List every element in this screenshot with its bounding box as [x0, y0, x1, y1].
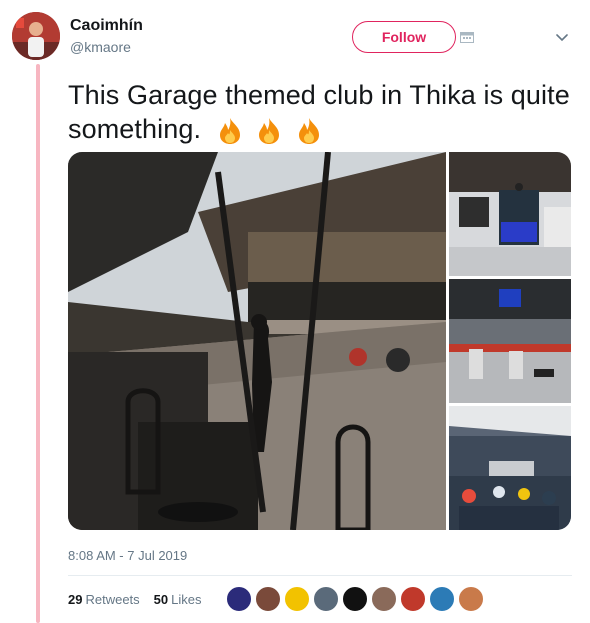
- liker-avatar[interactable]: [255, 586, 281, 612]
- media-photo-bottom-right[interactable]: [449, 406, 571, 530]
- retweets-count: 29: [68, 592, 83, 607]
- follow-button[interactable]: Follow: [352, 21, 456, 53]
- liker-avatar[interactable]: [342, 586, 368, 612]
- divider: [68, 575, 572, 576]
- likes-label: Likes: [171, 592, 202, 607]
- avatar[interactable]: [12, 12, 60, 60]
- fire-emoji-icon: [259, 117, 280, 144]
- liker-avatar[interactable]: [226, 586, 252, 612]
- handle[interactable]: @kmaore: [70, 38, 143, 56]
- liker-avatar[interactable]: [284, 586, 310, 612]
- liker-avatar[interactable]: [371, 586, 397, 612]
- likes-count: 50: [153, 592, 169, 607]
- liker-avatar[interactable]: [400, 586, 426, 612]
- tweet-stats: 29 Retweets 50 Likes: [68, 592, 202, 607]
- media-grid: [68, 152, 571, 530]
- media-photo-middle-right[interactable]: [449, 279, 571, 403]
- author-block[interactable]: Caoimhín @kmaore: [70, 16, 143, 56]
- tweet-text: This Garage themed club in Thika is quit…: [68, 78, 578, 148]
- likes-stat[interactable]: 50 Likes: [154, 592, 202, 607]
- retweets-stat[interactable]: 29 Retweets: [68, 592, 140, 607]
- fire-emoji-icon: [298, 117, 319, 144]
- retweets-label: Retweets: [85, 592, 140, 607]
- thread-line: [36, 64, 40, 623]
- calendar-icon: [460, 32, 474, 43]
- tweet-timestamp[interactable]: 8:08 AM - 7 Jul 2019: [68, 548, 187, 563]
- liker-avatar[interactable]: [458, 586, 484, 612]
- liker-avatar[interactable]: [313, 586, 339, 612]
- fire-emoji-icon: [219, 117, 240, 144]
- chevron-down-icon[interactable]: [556, 34, 568, 42]
- liker-avatar[interactable]: [429, 586, 455, 612]
- display-name[interactable]: Caoimhín: [70, 16, 143, 36]
- emoji-row: [215, 114, 326, 148]
- media-photo-main[interactable]: [68, 152, 446, 530]
- media-photo-top-right[interactable]: [449, 152, 571, 276]
